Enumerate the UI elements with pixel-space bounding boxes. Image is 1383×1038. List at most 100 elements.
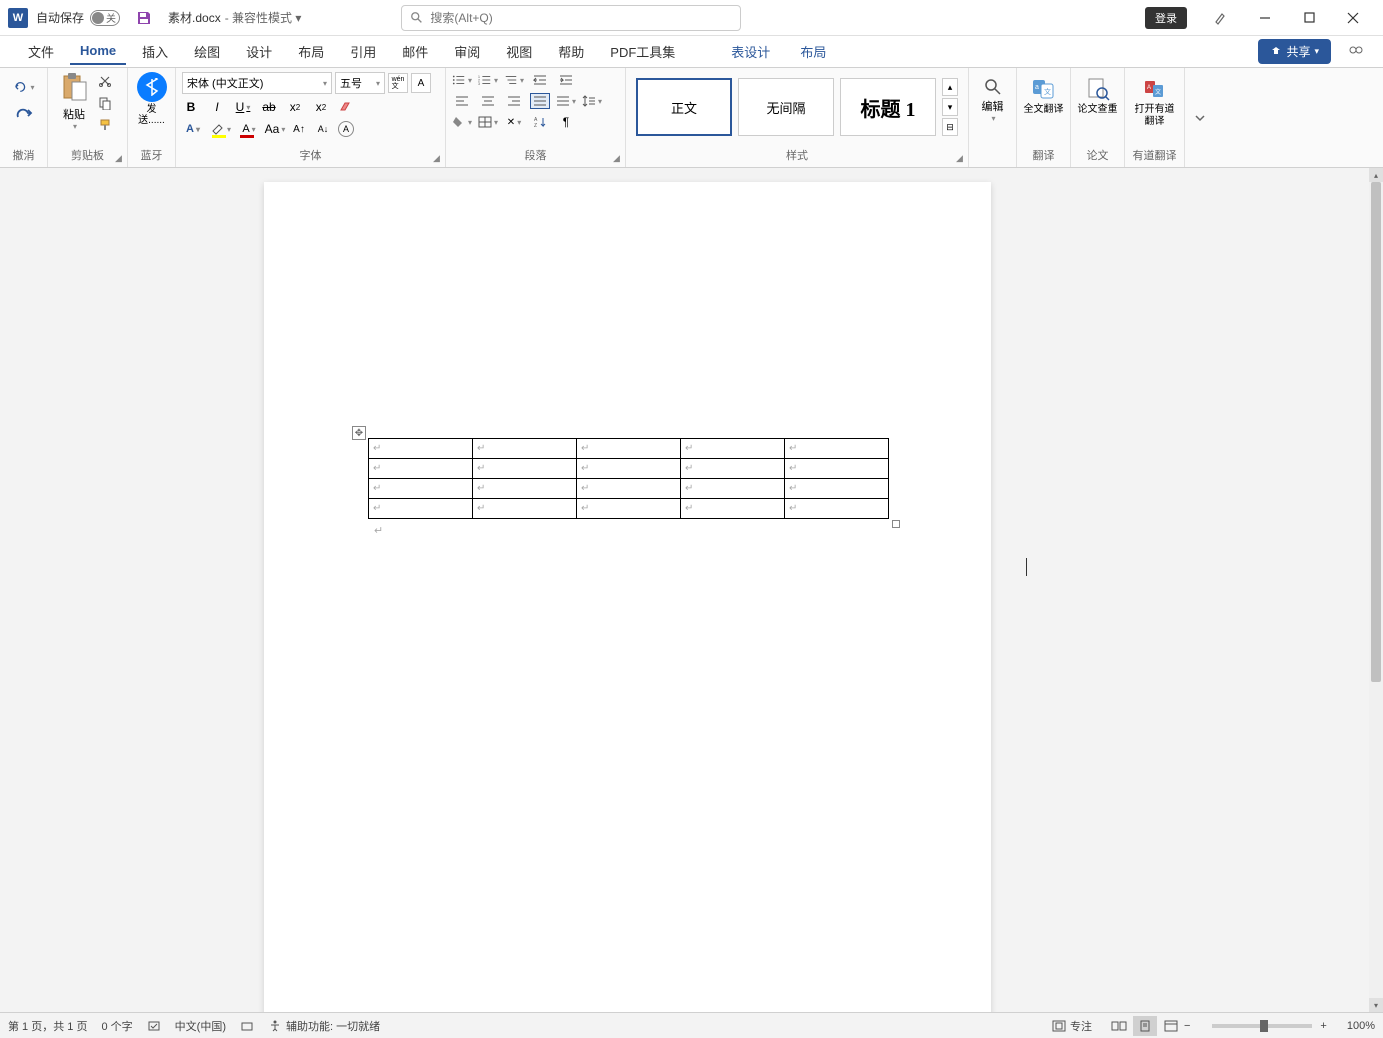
table-row[interactable]: ↵↵↵↵↵	[369, 439, 889, 459]
document-table[interactable]: ↵↵↵↵↵ ↵↵↵↵↵ ↵↵↵↵↵ ↵↵↵↵↵	[368, 438, 889, 519]
share-button[interactable]: 共享 ▾	[1258, 39, 1331, 64]
redo-button[interactable]	[13, 104, 35, 126]
sort-button[interactable]: AZ	[530, 114, 550, 130]
tab-pdf[interactable]: PDF工具集	[600, 37, 685, 66]
clear-format-button[interactable]	[338, 98, 356, 116]
comments-icon[interactable]	[1347, 43, 1365, 61]
paste-button[interactable]	[60, 72, 88, 104]
vertical-scrollbar[interactable]: ▴ ▾	[1369, 168, 1383, 1012]
scroll-thumb[interactable]	[1371, 182, 1381, 682]
zoom-out-button[interactable]: −	[1184, 1020, 1190, 1032]
paste-dropdown[interactable]: ▾	[73, 122, 77, 131]
tab-layout[interactable]: 布局	[288, 37, 334, 66]
character-border-button[interactable]: A	[411, 73, 431, 93]
styles-scroll-down[interactable]: ▾	[942, 98, 958, 116]
focus-mode-button[interactable]: 专注	[1052, 1018, 1092, 1034]
word-count[interactable]: 0 个字	[101, 1018, 132, 1034]
thesis-check-button[interactable]	[1085, 76, 1111, 102]
subscript-button[interactable]: x2	[286, 98, 304, 116]
tab-mailings[interactable]: 邮件	[392, 37, 438, 66]
font-dialog-launcher[interactable]: ◢	[433, 153, 443, 163]
zoom-percent[interactable]: 100%	[1347, 1020, 1375, 1032]
borders-button[interactable]: ▾	[478, 114, 498, 130]
save-icon[interactable]	[136, 10, 152, 26]
tab-file[interactable]: 文件	[18, 37, 64, 66]
search-box[interactable]	[401, 5, 741, 31]
cut-button[interactable]	[98, 74, 114, 90]
print-layout-button[interactable]	[1133, 1016, 1157, 1036]
table-move-handle[interactable]: ✥	[352, 426, 366, 440]
styles-dialog-launcher[interactable]: ◢	[956, 153, 966, 163]
table-row[interactable]: ↵↵↵↵↵	[369, 479, 889, 499]
clipboard-dialog-launcher[interactable]: ◢	[115, 153, 125, 163]
italic-button[interactable]: I	[208, 98, 226, 116]
asian-layout-button[interactable]: ✕▾	[504, 114, 524, 130]
format-painter-button[interactable]	[98, 118, 114, 134]
font-size-select[interactable]: 五号▾	[335, 72, 385, 94]
ribbon-collapse-button[interactable]	[1185, 68, 1215, 167]
change-case-button[interactable]: Aa▾	[266, 120, 284, 138]
maximize-icon[interactable]	[1301, 10, 1317, 26]
multilevel-list-button[interactable]: ▾	[504, 72, 524, 88]
minimize-icon[interactable]	[1257, 10, 1273, 26]
styles-scroll-up[interactable]: ▴	[942, 78, 958, 96]
tab-draw[interactable]: 绘图	[184, 37, 230, 66]
zoom-slider-thumb[interactable]	[1260, 1020, 1268, 1032]
numbering-button[interactable]: 123▾	[478, 72, 498, 88]
phonetic-guide-button[interactable]: wén文	[388, 73, 408, 93]
copy-button[interactable]	[98, 96, 114, 112]
close-icon[interactable]	[1345, 10, 1361, 26]
bluetooth-send-button[interactable]	[137, 72, 167, 102]
compat-mode[interactable]: - 兼容性模式 ▾	[225, 9, 302, 26]
full-translate-button[interactable]: a文	[1031, 76, 1057, 102]
decrease-indent-button[interactable]	[530, 72, 550, 88]
read-mode-button[interactable]	[1107, 1016, 1131, 1036]
style-heading1[interactable]: 标题 1	[840, 78, 936, 136]
increase-indent-button[interactable]	[556, 72, 576, 88]
shading-button[interactable]: ▾	[452, 114, 472, 130]
shrink-font-button[interactable]: A↓	[314, 120, 332, 138]
tab-references[interactable]: 引用	[340, 37, 386, 66]
align-right-button[interactable]	[504, 93, 524, 109]
styles-expand[interactable]: ⊟	[942, 118, 958, 136]
autosave-toggle[interactable]: 关	[90, 10, 120, 26]
superscript-button[interactable]: x2	[312, 98, 330, 116]
document-area[interactable]: ✥ ↵↵↵↵↵ ↵↵↵↵↵ ↵↵↵↵↵ ↵↵↵↵↵ ↵	[0, 168, 1369, 1012]
show-marks-button[interactable]: ¶	[556, 114, 576, 130]
tab-home[interactable]: Home	[70, 38, 126, 65]
tab-review[interactable]: 审阅	[444, 37, 490, 66]
undo-button[interactable]: ▾	[13, 76, 35, 98]
document-page[interactable]	[264, 182, 991, 1012]
youdao-open-button[interactable]: A文	[1142, 76, 1168, 102]
scroll-down-button[interactable]: ▾	[1369, 998, 1383, 1012]
table-row[interactable]: ↵↵↵↵↵	[369, 499, 889, 519]
table-resize-handle[interactable]	[892, 520, 900, 528]
strikethrough-button[interactable]: ab	[260, 98, 278, 116]
align-distributed-button[interactable]: ▾	[556, 93, 576, 109]
page-indicator[interactable]: 第 1 页，共 1 页	[8, 1018, 87, 1034]
find-button[interactable]	[982, 76, 1004, 98]
line-spacing-button[interactable]: ▾	[582, 93, 602, 109]
font-color-button[interactable]: A▾	[238, 120, 260, 138]
paragraph-dialog-launcher[interactable]: ◢	[613, 153, 623, 163]
zoom-in-button[interactable]: +	[1320, 1020, 1326, 1032]
grow-font-button[interactable]: A↑	[290, 120, 308, 138]
macro-indicator[interactable]	[240, 1019, 254, 1033]
scroll-up-button[interactable]: ▴	[1369, 168, 1383, 182]
align-justify-button[interactable]	[530, 93, 550, 109]
tab-help[interactable]: 帮助	[548, 37, 594, 66]
search-input[interactable]	[430, 11, 732, 25]
underline-button[interactable]: U▾	[234, 98, 252, 116]
style-normal[interactable]: 正文	[636, 78, 732, 136]
zoom-slider[interactable]	[1212, 1024, 1312, 1028]
accessibility-indicator[interactable]: 辅助功能: 一切就绪	[268, 1018, 380, 1034]
web-layout-button[interactable]	[1159, 1016, 1183, 1036]
highlight-button[interactable]: ▾	[210, 120, 232, 138]
text-effects-button[interactable]: A▾	[182, 120, 204, 138]
tab-design[interactable]: 设计	[236, 37, 282, 66]
login-button[interactable]: 登录	[1145, 7, 1187, 29]
align-center-button[interactable]	[478, 93, 498, 109]
style-no-spacing[interactable]: 无间隔	[738, 78, 834, 136]
align-left-button[interactable]	[452, 93, 472, 109]
table-row[interactable]: ↵↵↵↵↵	[369, 459, 889, 479]
